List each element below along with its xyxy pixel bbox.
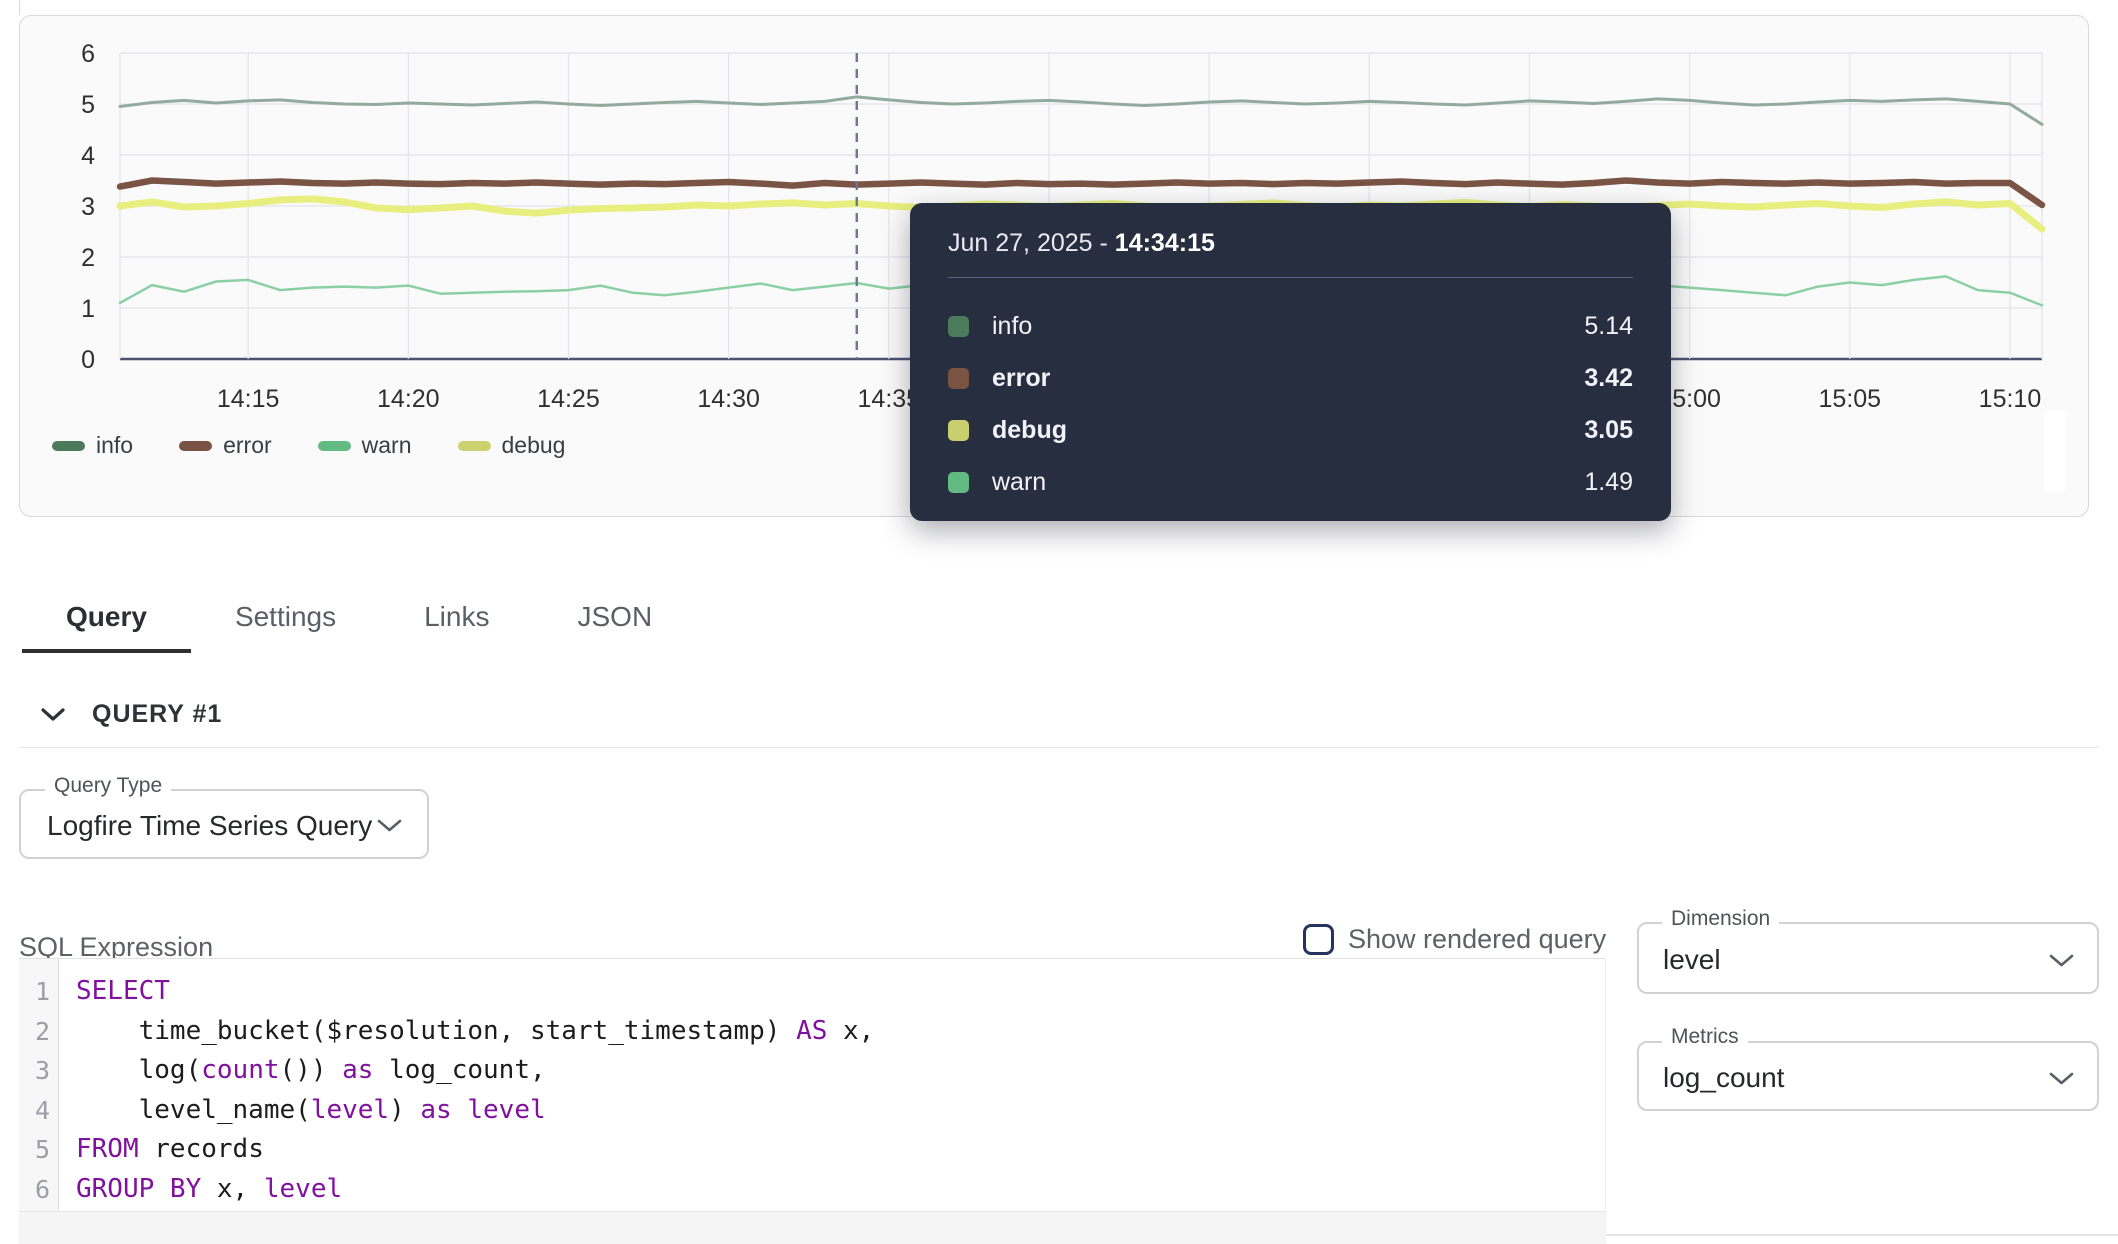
chevron-down-icon: [2049, 1072, 2074, 1091]
dashboard-panel-editor: 012345614:1514:2014:2514:3014:3514:4014:…: [0, 0, 2118, 1244]
legend-label: debug: [502, 432, 566, 459]
line-number: 6: [19, 1170, 58, 1210]
y-tick-label: 3: [81, 193, 95, 221]
line-number: 1: [19, 972, 58, 1012]
sql-code[interactable]: SELECT time_bucket($resolution, start_ti…: [59, 959, 874, 1211]
tab-links[interactable]: Links: [380, 585, 533, 649]
legend-swatch-icon: [318, 441, 351, 451]
tab-json[interactable]: JSON: [533, 585, 696, 649]
chart-legend: info error warn debug: [52, 432, 565, 459]
series-swatch-icon: [948, 472, 969, 493]
legend-item-debug[interactable]: debug: [458, 432, 566, 459]
chevron-down-icon: [377, 819, 402, 838]
metrics-value: log_count: [1663, 1062, 1784, 1094]
series-swatch-icon: [948, 368, 969, 389]
dimension-label: Dimension: [1662, 908, 1779, 929]
query-section-title: QUERY #1: [92, 700, 222, 729]
y-tick-label: 6: [81, 40, 95, 68]
x-tick-label: 14:15: [217, 385, 280, 413]
tooltip-timestamp: Jun 27, 2025 - 14:34:15: [948, 229, 1633, 258]
legend-label: info: [96, 432, 133, 459]
x-tick-label: 14:20: [377, 385, 440, 413]
tooltip-series-value: 3.05: [1584, 416, 1633, 445]
code-line: FROM records: [76, 1130, 874, 1170]
line-number: 4: [19, 1091, 58, 1131]
metrics-label: Metrics: [1662, 1026, 1748, 1047]
chart-tooltip: Jun 27, 2025 - 14:34:15 info 5.14 error 3.4…: [910, 203, 1671, 521]
section-divider: [19, 747, 2099, 748]
legend-swatch-icon: [458, 441, 491, 451]
code-line: log(count()) as log_count,: [76, 1051, 874, 1091]
x-tick-label: 15:10: [1979, 385, 2042, 413]
query-section-header[interactable]: QUERY #1: [41, 700, 222, 729]
line-number: 2: [19, 1012, 58, 1052]
legend-item-warn[interactable]: warn: [318, 432, 412, 459]
line-number-gutter: 123456: [19, 959, 59, 1211]
tooltip-row-error: error 3.42: [948, 352, 1633, 404]
scrollbar-thumb[interactable]: [2044, 410, 2066, 492]
tooltip-row-info: info 5.14: [948, 300, 1633, 352]
y-tick-label: 0: [81, 346, 95, 374]
tooltip-series-label: info: [992, 312, 1032, 341]
code-line: GROUP BY x, level: [76, 1170, 874, 1210]
legend-item-error[interactable]: error: [179, 432, 272, 459]
tooltip-series-label: debug: [992, 416, 1067, 445]
tooltip-series-label: warn: [992, 468, 1046, 497]
y-tick-label: 5: [81, 91, 95, 119]
show-rendered-query-checkbox[interactable]: [1303, 924, 1334, 955]
tabs: QuerySettingsLinksJSON: [22, 585, 696, 649]
line-number: 5: [19, 1130, 58, 1170]
y-tick-label: 1: [81, 295, 95, 323]
tooltip-row-debug: debug 3.05: [948, 404, 1633, 456]
code-line: time_bucket($resolution, start_timestamp…: [76, 1012, 874, 1052]
y-tick-label: 4: [81, 142, 95, 170]
editor-bottom-strip: [19, 1212, 1606, 1244]
tooltip-series-value: 1.49: [1584, 468, 1633, 497]
x-tick-label: 15:05: [1819, 385, 1882, 413]
tab-settings[interactable]: Settings: [191, 585, 380, 649]
legend-swatch-icon: [179, 441, 212, 451]
query-type-value: Logfire Time Series Query: [47, 810, 372, 842]
legend-swatch-icon: [52, 441, 85, 451]
legend-label: warn: [362, 432, 412, 459]
chevron-down-icon: [41, 708, 65, 722]
series-swatch-icon: [948, 316, 969, 337]
tooltip-series-value: 3.42: [1584, 364, 1633, 393]
show-rendered-query-label: Show rendered query: [1348, 924, 1606, 955]
code-line: SELECT: [76, 972, 874, 1012]
tooltip-row-warn: warn 1.49: [948, 456, 1633, 508]
show-rendered-query-toggle[interactable]: Show rendered query: [1303, 924, 1606, 955]
tooltip-rows: info 5.14 error 3.42 debug 3.05 warn 1.49: [948, 300, 1633, 508]
code-line: level_name(level) as level: [76, 1091, 874, 1131]
x-tick-label: 14:30: [697, 385, 760, 413]
dimension-value: level: [1663, 944, 1721, 976]
tabs-bar: QuerySettingsLinksJSON: [0, 585, 2118, 651]
legend-item-info[interactable]: info: [52, 432, 133, 459]
query-type-label: Query Type: [45, 775, 171, 796]
y-tick-label: 2: [81, 244, 95, 272]
tab-query[interactable]: Query: [22, 585, 191, 649]
legend-label: error: [223, 432, 272, 459]
chevron-down-icon: [2049, 954, 2074, 973]
line-number: 3: [19, 1051, 58, 1091]
tooltip-series-value: 5.14: [1584, 312, 1633, 341]
x-tick-label: 14:25: [537, 385, 600, 413]
sql-code-editor[interactable]: 123456 SELECT time_bucket($resolution, s…: [19, 958, 1606, 1212]
tooltip-series-label: error: [992, 364, 1050, 393]
series-swatch-icon: [948, 420, 969, 441]
tooltip-divider: [948, 277, 1633, 278]
